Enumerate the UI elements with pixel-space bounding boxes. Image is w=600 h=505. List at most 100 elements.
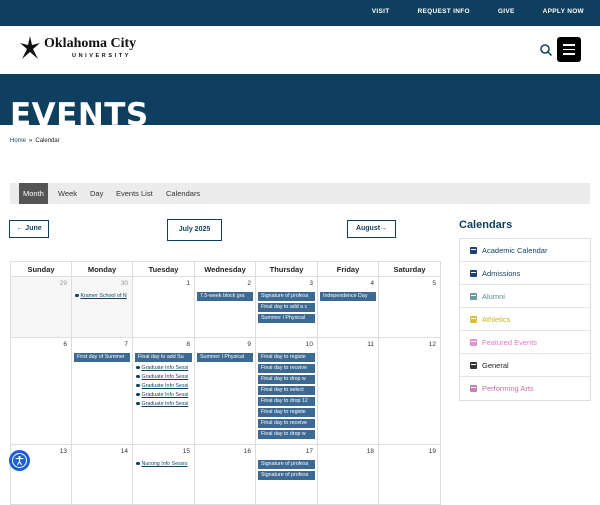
day-number[interactable]: 13 bbox=[60, 448, 67, 455]
event-link[interactable]: Graduate Info Sessi bbox=[136, 382, 192, 390]
event-bar[interactable]: Final day to registe bbox=[258, 408, 315, 417]
tab-events-list[interactable]: Events List bbox=[116, 183, 153, 204]
calendar-day-cell[interactable]: 19 bbox=[379, 445, 441, 505]
calendar-day-cell[interactable]: 4 Independence Day bbox=[318, 277, 379, 338]
hamburger-menu-icon[interactable] bbox=[557, 37, 581, 62]
calendar-day-cell[interactable]: 10 Final day to registe Final day to recei… bbox=[256, 338, 318, 445]
calendar-day-cell[interactable]: 3 Signature of profess Final day to add a … bbox=[256, 277, 318, 338]
day-number[interactable]: 30 bbox=[121, 280, 128, 287]
apply-now-link[interactable]: APPLY NOW bbox=[543, 8, 584, 15]
calendar-day-cell[interactable]: 15 Nursing Info Sessio bbox=[133, 445, 195, 505]
search-icon[interactable] bbox=[539, 43, 553, 57]
day-number[interactable]: 4 bbox=[370, 280, 374, 287]
calendar-icon bbox=[470, 292, 477, 300]
calendar-item-featured-events[interactable]: Featured Events bbox=[460, 331, 590, 354]
event-bar[interactable]: Final day to select bbox=[258, 386, 315, 395]
event-link[interactable]: Graduate Info Sessi bbox=[136, 391, 192, 399]
give-link[interactable]: GIVE bbox=[498, 8, 515, 15]
event-bar[interactable]: 7.5-week block gra bbox=[197, 292, 253, 301]
day-number[interactable]: 5 bbox=[432, 280, 436, 287]
calendar-item-performing-arts[interactable]: Performing Arts bbox=[460, 377, 590, 400]
breadcrumb-home[interactable]: Home bbox=[10, 138, 26, 144]
breadcrumb-current: Calendar bbox=[35, 138, 60, 144]
next-month-label: August bbox=[355, 225, 381, 232]
event-link[interactable]: Graduate Info Sessi bbox=[136, 364, 192, 372]
day-number[interactable]: 18 bbox=[367, 448, 374, 455]
calendar-day-cell[interactable]: 18 bbox=[318, 445, 379, 505]
day-number[interactable]: 29 bbox=[60, 280, 67, 287]
calendar-day-cell[interactable]: 29 bbox=[10, 277, 72, 338]
calendar-item-academic-calendar[interactable]: Academic Calendar bbox=[460, 239, 590, 262]
day-number[interactable]: 1 bbox=[186, 280, 190, 287]
next-month-button[interactable]: August→ bbox=[347, 220, 396, 238]
event-bar[interactable]: Final day to add a c bbox=[258, 303, 315, 312]
calendar-day-cell[interactable]: 5 bbox=[379, 277, 441, 338]
calendar-day-cell[interactable]: 30 Kramer School of N bbox=[72, 277, 133, 338]
tab-day[interactable]: Day bbox=[90, 183, 103, 204]
visit-link[interactable]: VISIT bbox=[372, 8, 390, 15]
current-month-button[interactable]: July 2025 bbox=[167, 219, 222, 241]
weekday-header-thursday: Thursday bbox=[256, 261, 318, 277]
day-number[interactable]: 10 bbox=[306, 341, 313, 348]
accessibility-figure-icon bbox=[12, 453, 27, 468]
event-bar[interactable]: Final day to registe bbox=[258, 353, 315, 362]
calendar-day-cell[interactable]: 2 7.5-week block gra bbox=[195, 277, 256, 338]
weekday-header-sunday: Sunday bbox=[10, 261, 72, 277]
calendar-day-cell[interactable]: 16 bbox=[195, 445, 256, 505]
calendar-day-cell[interactable]: 17 Signature of profess Signature of profe… bbox=[256, 445, 318, 505]
tab-month[interactable]: Month bbox=[19, 183, 48, 204]
accessibility-icon[interactable] bbox=[9, 450, 30, 471]
event-bar[interactable]: Signature of profess bbox=[258, 471, 315, 480]
arrow-right-icon: → bbox=[380, 225, 388, 232]
event-link[interactable]: Graduate Info Sessi bbox=[136, 373, 192, 381]
calendar-day-cell[interactable]: 1 bbox=[133, 277, 195, 338]
university-logo[interactable]: Oklahoma City UNIVERSITY bbox=[19, 35, 136, 61]
day-number[interactable]: 16 bbox=[244, 448, 251, 455]
day-number[interactable]: 12 bbox=[429, 341, 436, 348]
calendar-day-cell[interactable]: 6 bbox=[10, 338, 72, 445]
tab-calendars[interactable]: Calendars bbox=[166, 183, 200, 204]
day-number[interactable]: 11 bbox=[367, 341, 374, 348]
breadcrumb-separator: » bbox=[29, 138, 33, 144]
prev-month-button[interactable]: ← June bbox=[9, 220, 49, 238]
calendar-item-athletics[interactable]: Athletics bbox=[460, 308, 590, 331]
calendar-item-admissions[interactable]: Admissions bbox=[460, 262, 590, 285]
event-link[interactable]: Nursing Info Sessio bbox=[136, 460, 192, 468]
day-number[interactable]: 17 bbox=[306, 448, 313, 455]
calendar-item-alumni[interactable]: Alumni bbox=[460, 285, 590, 308]
breadcrumb: Home» Calendar bbox=[10, 138, 60, 144]
event-bar[interactable]: Final day to receive bbox=[258, 419, 315, 428]
calendar-day-cell[interactable]: 9 Summer I Physical bbox=[195, 338, 256, 445]
event-bar[interactable]: Final day to drop w bbox=[258, 430, 315, 439]
day-number[interactable]: 8 bbox=[186, 341, 190, 348]
request-info-link[interactable]: REQUEST INFO bbox=[418, 8, 470, 15]
event-bar[interactable]: Final day to add Su bbox=[135, 353, 192, 362]
day-number[interactable]: 3 bbox=[309, 280, 313, 287]
day-number[interactable]: 6 bbox=[63, 341, 67, 348]
event-bar[interactable]: Signature of profess bbox=[258, 460, 315, 469]
day-number[interactable]: 14 bbox=[121, 448, 128, 455]
calendar-day-cell[interactable]: 8 Final day to add Su Graduate Info Sessi G… bbox=[133, 338, 195, 445]
event-bar[interactable]: Signature of profess bbox=[258, 292, 315, 301]
calendar-item-general[interactable]: General bbox=[460, 354, 590, 377]
tab-week[interactable]: Week bbox=[58, 183, 77, 204]
calendar-day-cell[interactable]: 12 bbox=[379, 338, 441, 445]
event-bar[interactable]: Independence Day bbox=[320, 292, 376, 301]
event-bar[interactable]: First day of Summer bbox=[74, 353, 130, 362]
event-bar[interactable]: Summer I Physical bbox=[258, 314, 315, 323]
calendar-day-cell[interactable]: 11 bbox=[318, 338, 379, 445]
event-bar[interactable]: Final day to drop 12 bbox=[258, 397, 315, 406]
calendar-day-cell[interactable]: 7 First day of Summer bbox=[72, 338, 133, 445]
day-number[interactable]: 9 bbox=[247, 341, 251, 348]
event-bar[interactable]: Final day to drop w bbox=[258, 375, 315, 384]
utility-bar: VISIT REQUEST INFO GIVE APPLY NOW bbox=[0, 0, 600, 26]
day-number[interactable]: 15 bbox=[183, 448, 190, 455]
event-link[interactable]: Graduate Info Sessi bbox=[136, 400, 192, 408]
event-link[interactable]: Kramer School of N bbox=[75, 292, 130, 300]
calendar-day-cell[interactable]: 14 bbox=[72, 445, 133, 505]
event-bar[interactable]: Final day to receive bbox=[258, 364, 315, 373]
day-number[interactable]: 2 bbox=[247, 280, 251, 287]
day-number[interactable]: 19 bbox=[429, 448, 436, 455]
event-bar[interactable]: Summer I Physical bbox=[197, 353, 253, 362]
day-number[interactable]: 7 bbox=[124, 341, 128, 348]
